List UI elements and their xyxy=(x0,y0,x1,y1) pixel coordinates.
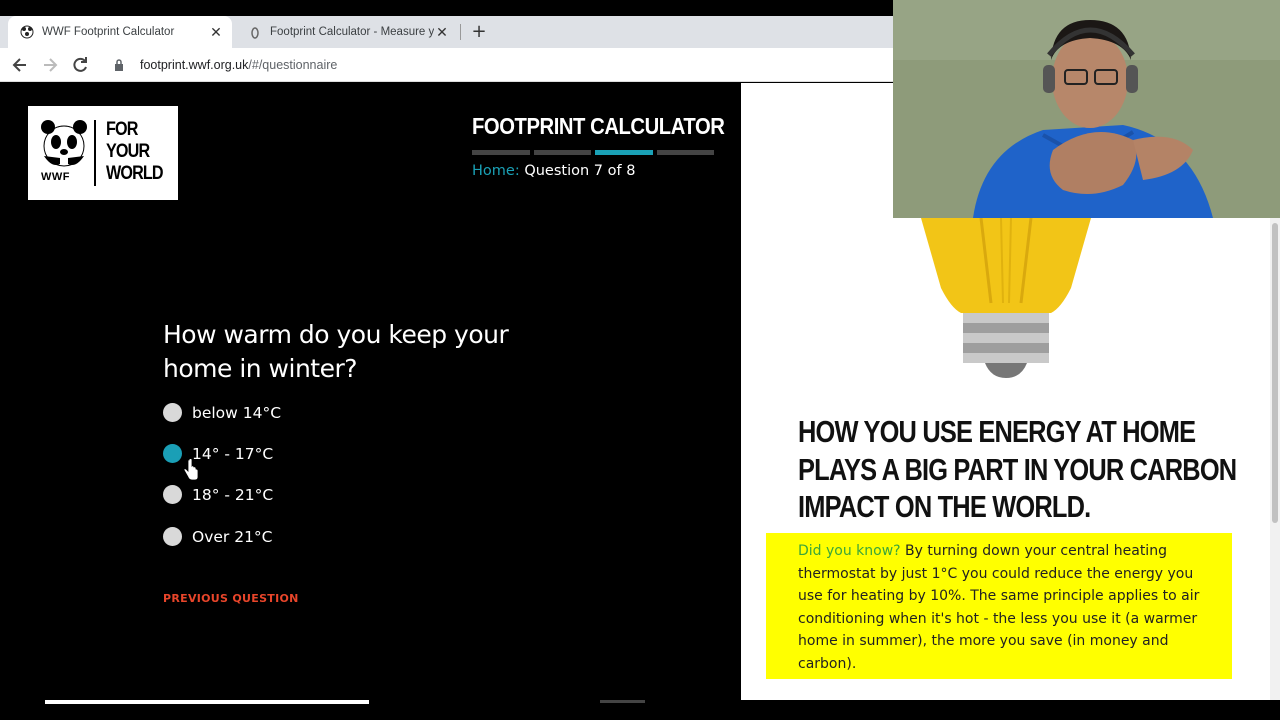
back-arrow-icon[interactable] xyxy=(10,55,30,75)
tab-separator xyxy=(460,24,461,40)
tab-title: WWF Footprint Calculator xyxy=(42,26,175,38)
breadcrumb-home-link[interactable]: Home: xyxy=(472,163,520,179)
info-heading-line: HOW YOU USE ENERGY AT HOME xyxy=(798,414,1196,449)
info-heading: HOW YOU USE ENERGY AT HOME PLAYS A BIG P… xyxy=(798,413,1237,526)
questionnaire-panel: WWF FOR YOUR WORLD FOOTPRINT CALCULATOR … xyxy=(0,83,741,700)
logo-divider xyxy=(94,120,96,186)
progress-segment-active xyxy=(595,150,653,155)
option-over-21[interactable]: Over 21°C xyxy=(163,527,273,546)
webcam-overlay xyxy=(893,0,1280,218)
radio-button[interactable] xyxy=(163,485,182,504)
url-path: /#/questionnaire xyxy=(248,58,338,72)
new-tab-plus-icon[interactable]: + xyxy=(470,22,488,42)
lock-icon xyxy=(112,58,126,72)
hand-cursor-icon xyxy=(183,459,199,481)
did-you-know-box: Did you know? By turning down your centr… xyxy=(766,533,1232,679)
tab-footprint-calculator-measure[interactable]: Footprint Calculator - Measure y ✕ xyxy=(236,16,458,48)
url-host: footprint.wwf.org.uk xyxy=(140,58,249,72)
browser-toolbar: footprint.wwf.org.uk/#/questionnaire xyxy=(0,48,893,82)
wwf-logo[interactable]: WWF FOR YOUR WORLD xyxy=(28,106,178,200)
option-18-21[interactable]: 18° - 21°C xyxy=(163,485,273,504)
tab-close-icon[interactable]: ✕ xyxy=(434,24,450,41)
wwf-panda-favicon-icon xyxy=(20,25,34,39)
option-label: 14° - 17°C xyxy=(192,444,274,463)
video-progress-marker xyxy=(600,700,645,703)
forward-arrow-icon[interactable] xyxy=(40,55,60,75)
radio-button-selected[interactable] xyxy=(163,444,182,463)
radio-button[interactable] xyxy=(163,527,182,546)
panda-icon xyxy=(41,120,87,167)
question-progress-bar xyxy=(472,150,714,155)
tab-close-icon[interactable]: ✕ xyxy=(208,24,224,41)
fact-text: By turning down your central heating the… xyxy=(798,543,1200,672)
info-heading-line: IMPACT ON THE WORLD. xyxy=(798,489,1091,524)
presenter-video-icon xyxy=(893,0,1280,218)
option-label: below 14°C xyxy=(192,403,282,422)
address-bar[interactable]: footprint.wwf.org.uk/#/questionnaire xyxy=(104,53,893,77)
scrollbar-thumb[interactable] xyxy=(1272,223,1278,523)
breadcrumb: Home: Question 7 of 8 xyxy=(472,163,635,179)
did-you-know-label: Did you know? xyxy=(798,543,901,559)
progress-segment xyxy=(472,150,530,155)
logo-tagline: FOR YOUR WORLD xyxy=(106,119,164,185)
logo-tagline-line: YOUR xyxy=(106,141,150,162)
radio-button[interactable] xyxy=(163,403,182,422)
tab-title: Footprint Calculator - Measure y xyxy=(270,26,434,38)
footprint-favicon-icon xyxy=(248,25,262,39)
question-text: How warm do you keep your home in winter… xyxy=(163,320,509,383)
option-label: Over 21°C xyxy=(192,527,273,546)
option-below-14[interactable]: below 14°C xyxy=(163,403,281,422)
tab-strip: WWF Footprint Calculator ✕ Footprint Cal… xyxy=(0,16,893,48)
info-heading-line: PLAYS A BIG PART IN YOUR CARBON xyxy=(798,451,1237,487)
reload-icon[interactable] xyxy=(70,55,90,75)
option-14-17[interactable]: 14° - 17°C xyxy=(163,444,273,463)
option-label: 18° - 21°C xyxy=(192,485,274,504)
tab-wwf-footprint-calculator[interactable]: WWF Footprint Calculator ✕ xyxy=(8,16,232,48)
video-progress-line xyxy=(45,700,369,704)
breadcrumb-step: Question 7 of 8 xyxy=(524,163,636,179)
lightbulb-illustration xyxy=(921,218,1091,378)
logo-wwf-text: WWF xyxy=(41,171,70,183)
logo-tagline-line: WORLD xyxy=(106,163,164,184)
page-title: FOOTPRINT CALCULATOR xyxy=(472,113,725,139)
previous-question-link[interactable]: PREVIOUS QUESTION xyxy=(163,592,299,605)
logo-tagline-line: FOR xyxy=(106,119,138,140)
progress-segment xyxy=(656,150,714,155)
progress-segment xyxy=(533,150,591,155)
